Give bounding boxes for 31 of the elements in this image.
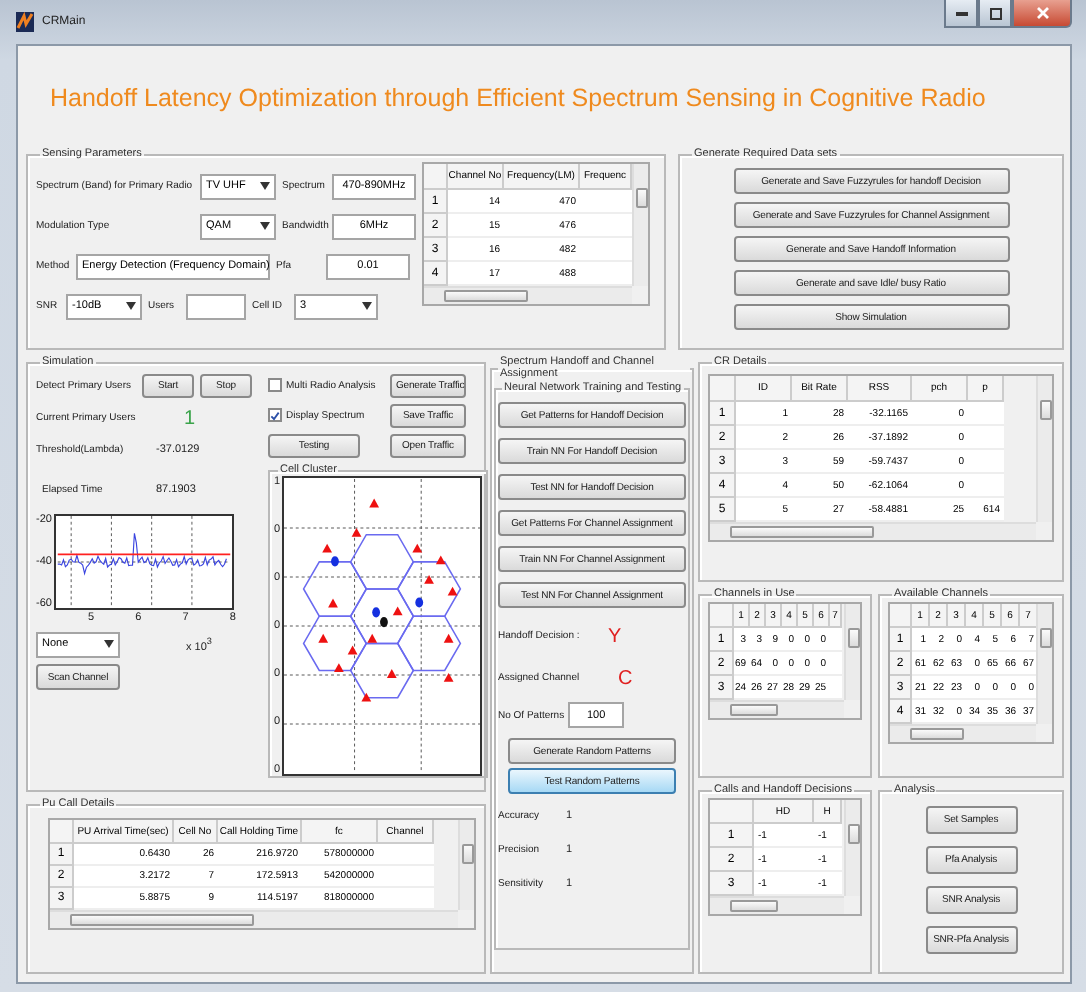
dropdown-arrow-icon (126, 302, 136, 310)
app-icon (16, 12, 34, 32)
horizontal-scrollbar[interactable] (710, 896, 844, 914)
minimize-icon (955, 10, 967, 16)
vertical-scrollbar[interactable] (1036, 604, 1052, 724)
horizontal-scrollbar[interactable] (710, 522, 1036, 540)
vertical-scrollbar[interactable] (1036, 376, 1052, 522)
horizontal-scrollbar[interactable] (424, 286, 632, 304)
close-button[interactable] (1012, 0, 1072, 28)
close-icon (1035, 6, 1049, 20)
result-value: Y (608, 625, 622, 647)
result-value: C (618, 667, 633, 689)
vertical-scrollbar[interactable] (458, 820, 474, 910)
horizontal-scrollbar[interactable] (890, 724, 1036, 742)
horizontal-scrollbar[interactable] (710, 700, 844, 718)
input-field[interactable] (186, 293, 246, 319)
checkbox[interactable] (268, 378, 282, 392)
stat-value: 1 (184, 407, 196, 429)
page-heading: Handoff Latency Optimization through Efficient Spectrum Sensing in Cognitive Radio (48, 81, 988, 116)
dropdown-arrow-icon (104, 640, 114, 648)
dropdown-arrow-icon (362, 302, 372, 310)
vertical-scrollbar[interactable] (844, 800, 860, 896)
checkbox[interactable] (268, 408, 282, 422)
maximize-icon (989, 7, 1001, 19)
minimize-button[interactable] (944, 0, 978, 28)
vertical-scrollbar[interactable] (844, 604, 860, 700)
vertical-scrollbar[interactable] (632, 164, 648, 286)
dropdown-arrow-icon (260, 182, 270, 190)
maximize-button[interactable] (978, 0, 1012, 28)
dropdown-arrow-icon (260, 222, 270, 230)
horizontal-scrollbar[interactable] (50, 910, 458, 928)
